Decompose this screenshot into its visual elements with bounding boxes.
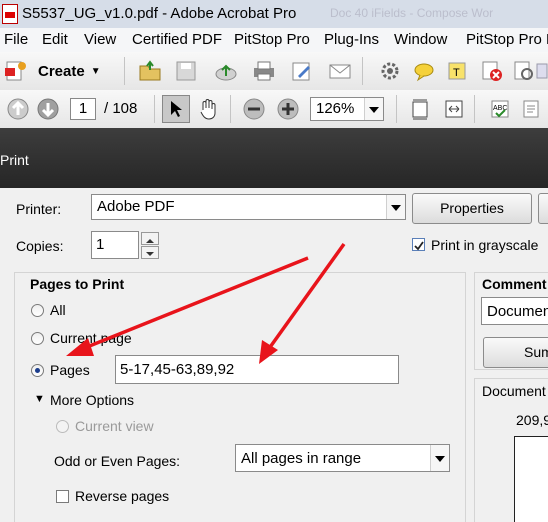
- annotation-arrow-to-pages-radio: [66, 256, 309, 356]
- annotation-arrows: [66, 242, 346, 364]
